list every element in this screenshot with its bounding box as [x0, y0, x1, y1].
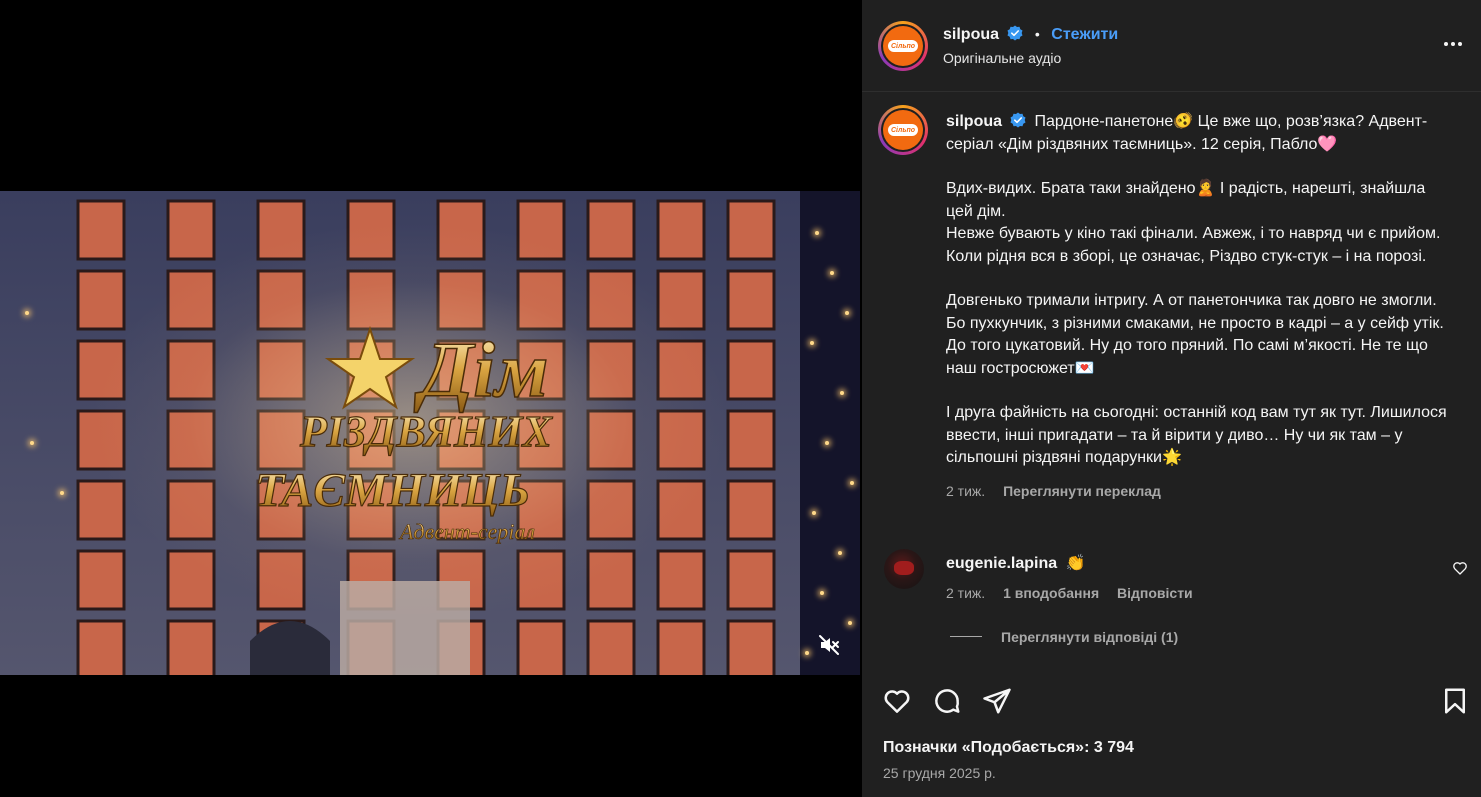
comment-bubble-icon	[935, 689, 960, 713]
author-line: silpoua • Стежити	[943, 25, 1118, 44]
audio-link[interactable]: Оригінальне аудіо	[943, 50, 1061, 66]
caption-meta: 2 тиж. Переглянути переклад	[946, 480, 1456, 503]
show-logo: Дім РІЗДВЯНИХ ТАЄМНИЦЬ Адвент-серіал	[254, 325, 554, 544]
commenter-username[interactable]: eugenie.lapina	[946, 555, 1057, 572]
light-dot	[815, 231, 819, 235]
commenter-avatar[interactable]	[884, 549, 924, 589]
share-button[interactable]	[982, 686, 1014, 718]
author-username[interactable]: silpoua	[943, 26, 999, 43]
light-dot	[840, 391, 844, 395]
light-dot	[812, 511, 816, 515]
light-dot	[30, 441, 34, 445]
comment-likes-link[interactable]: 1 вподобання	[1003, 585, 1099, 601]
more-options-button[interactable]	[1441, 32, 1465, 56]
mute-button[interactable]	[817, 633, 841, 657]
author-avatar[interactable]: Сільпо	[878, 21, 928, 71]
see-translation-link[interactable]: Переглянути переклад	[1003, 483, 1161, 499]
light-dot	[805, 651, 809, 655]
comment-text: 👏	[1065, 555, 1086, 572]
comment: eugenie.lapina 👏	[946, 553, 1086, 573]
heart-icon	[884, 690, 910, 713]
caption-avatar-logo-text: Сільпо	[888, 124, 918, 136]
video-player[interactable]: Дім РІЗДВЯНИХ ТАЄМНИЦЬ Адвент-серіал	[0, 191, 860, 675]
post-caption: silpoua Пардоне-панетоне🫨 Це вже що, роз…	[946, 111, 1456, 502]
replies-divider	[950, 636, 982, 637]
view-replies-link[interactable]: Переглянути відповіді (1)	[1001, 629, 1178, 645]
light-dot	[845, 311, 849, 315]
muted-speaker-icon	[819, 635, 839, 655]
logo-line-3: ТАЄМНИЦЬ	[255, 464, 530, 517]
bookmark-icon	[1445, 688, 1465, 714]
heart-icon	[1453, 562, 1467, 575]
follow-button[interactable]: Стежити	[1051, 26, 1118, 43]
likes-count[interactable]: Позначки «Подобається»: 3 794	[883, 739, 1134, 757]
verified-badge-icon	[1010, 112, 1026, 128]
light-dot	[838, 551, 842, 555]
media-area: Дім РІЗДВЯНИХ ТАЄМНИЦЬ Адвент-серіал	[0, 0, 862, 797]
logo-line-2: РІЗДВЯНИХ	[299, 407, 553, 456]
avatar-logo-text: Сільпо	[888, 40, 918, 52]
save-button[interactable]	[1440, 686, 1472, 718]
light-dot	[848, 621, 852, 625]
caption-avatar[interactable]: Сільпо	[878, 105, 928, 155]
comment-like-button[interactable]	[1452, 560, 1468, 576]
caption-time: 2 тиж.	[946, 482, 986, 499]
caption-paragraph-4: І друга файність на сьогодні: останній к…	[946, 404, 1447, 466]
light-dot	[850, 481, 854, 485]
more-horizontal-icon	[1444, 42, 1462, 46]
light-dot	[820, 591, 824, 595]
comment-meta: 2 тиж. 1 вподобання Відповісти	[946, 585, 1207, 601]
logo-line-1: Дім	[414, 326, 548, 413]
comment-time: 2 тиж.	[946, 585, 986, 601]
caption-username[interactable]: silpoua	[946, 113, 1002, 130]
post-date: 25 грудня 2025 р.	[883, 765, 996, 781]
light-dot	[810, 341, 814, 345]
view-replies-row: Переглянути відповіді (1)	[1001, 629, 1192, 645]
post-panel: Сільпо silpoua • Стежити Оригінальне ауд…	[862, 0, 1481, 797]
light-dot	[830, 271, 834, 275]
light-dot	[825, 441, 829, 445]
paper-plane-icon	[983, 688, 1011, 714]
light-dot	[25, 311, 29, 315]
comment-button[interactable]	[932, 686, 964, 718]
reply-button[interactable]: Відповісти	[1117, 585, 1193, 601]
separator-dot: •	[1034, 26, 1040, 42]
verified-badge-icon	[1007, 25, 1023, 41]
caption-paragraph-2: Вдих-видих. Брата таки знайдено🙎 І радіс…	[946, 180, 1441, 265]
like-button[interactable]	[882, 686, 914, 718]
action-bar	[862, 686, 1481, 718]
caption-paragraph-3: Довгенько тримали інтригу. А от панетонч…	[946, 292, 1444, 377]
post-header: Сільпо silpoua • Стежити Оригінальне ауд…	[862, 0, 1481, 92]
logo-line-4: Адвент-серіал	[398, 519, 535, 544]
light-dot	[60, 491, 64, 495]
